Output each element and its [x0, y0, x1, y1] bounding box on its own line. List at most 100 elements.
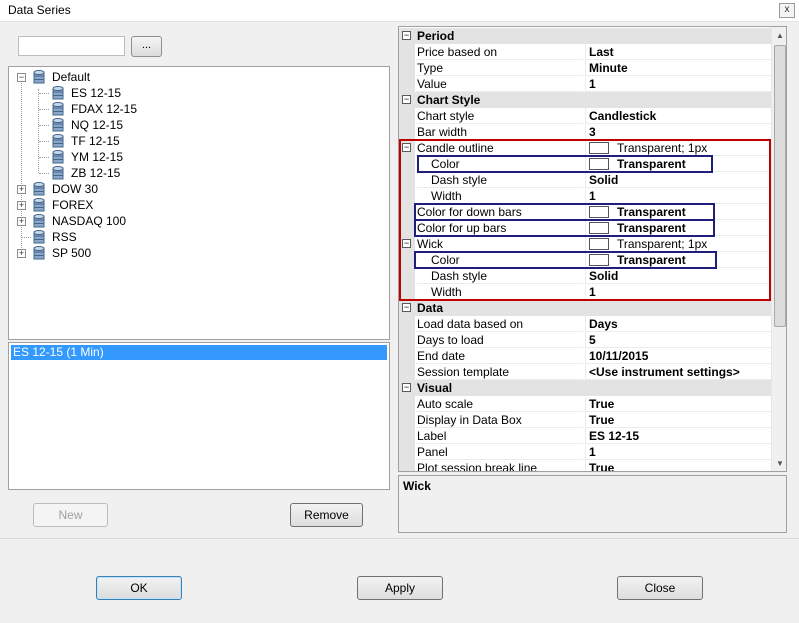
- scroll-down-arrow-icon[interactable]: ▼: [776, 459, 784, 468]
- database-icon: [52, 102, 64, 116]
- prop-value[interactable]: 3: [585, 124, 771, 140]
- tree-node-tf[interactable]: TF 12-15: [9, 133, 389, 149]
- prop-name: Price based on: [416, 44, 583, 60]
- prop-value[interactable]: Last: [585, 44, 771, 60]
- prop-row[interactable]: Auto scale True: [399, 396, 771, 412]
- prop-value[interactable]: Candlestick: [585, 108, 771, 124]
- instrument-search-input[interactable]: [18, 36, 125, 56]
- expand-icon[interactable]: +: [17, 217, 26, 226]
- tree-label: NASDAQ 100: [52, 214, 127, 228]
- category-data[interactable]: − Data: [399, 300, 771, 316]
- tree-node-sp500[interactable]: + SP 500: [9, 245, 389, 261]
- tree-node-forex[interactable]: + FOREX: [9, 197, 389, 213]
- tree-node-ym[interactable]: YM 12-15: [9, 149, 389, 165]
- prop-value[interactable]: ES 12-15: [585, 428, 771, 444]
- prop-row[interactable]: Load data based on Days: [399, 316, 771, 332]
- prop-row[interactable]: Price based on Last: [399, 44, 771, 60]
- property-description: Wick: [398, 475, 787, 533]
- database-icon: [52, 118, 64, 132]
- prop-row[interactable]: Session template <Use instrument setting…: [399, 364, 771, 380]
- scroll-thumb[interactable]: [774, 45, 786, 327]
- data-series-list[interactable]: ES 12-15 (1 Min): [8, 342, 390, 490]
- prop-name: Days to load: [416, 332, 583, 348]
- prop-name: Display in Data Box: [416, 412, 583, 428]
- highlight-frame-blue: [414, 251, 717, 269]
- prop-row[interactable]: Value 1: [399, 76, 771, 92]
- tree-label: DOW 30: [52, 182, 99, 196]
- series-item-selected[interactable]: ES 12-15 (1 Min): [11, 345, 387, 360]
- tree-node-nq[interactable]: NQ 12-15: [9, 117, 389, 133]
- browse-button[interactable]: ...: [131, 36, 162, 57]
- prop-row[interactable]: Panel 1: [399, 444, 771, 460]
- prop-name: Bar width: [416, 124, 583, 140]
- collapse-icon[interactable]: −: [402, 383, 411, 392]
- collapse-icon[interactable]: −: [402, 31, 411, 40]
- collapse-icon[interactable]: −: [402, 303, 411, 312]
- prop-name: Chart style: [416, 108, 583, 124]
- prop-name: Label: [416, 428, 583, 444]
- collapse-icon[interactable]: −: [17, 73, 26, 82]
- remove-button[interactable]: Remove: [290, 503, 363, 527]
- prop-row[interactable]: Chart style Candlestick: [399, 108, 771, 124]
- database-icon: [33, 214, 45, 228]
- tree-node-dow30[interactable]: + DOW 30: [9, 181, 389, 197]
- property-grid-scrollbar[interactable]: ▲ ▼: [771, 27, 786, 471]
- tree-node-fdax[interactable]: FDAX 12-15: [9, 101, 389, 117]
- prop-row[interactable]: Days to load 5: [399, 332, 771, 348]
- prop-name: Value: [416, 76, 583, 92]
- tree-node-nasdaq100[interactable]: + NASDAQ 100: [9, 213, 389, 229]
- tree-node-zb[interactable]: ZB 12-15: [9, 165, 389, 181]
- title-bar: Data Series x: [0, 0, 799, 22]
- expand-icon[interactable]: +: [17, 249, 26, 258]
- property-grid[interactable]: − Period Price based on Last Type Minute…: [398, 26, 787, 472]
- prop-value[interactable]: 5: [585, 332, 771, 348]
- tree-node-default[interactable]: − Default: [9, 69, 389, 85]
- category-chart-style[interactable]: − Chart Style: [399, 92, 771, 108]
- prop-value[interactable]: 1: [585, 444, 771, 460]
- database-icon: [52, 86, 64, 100]
- apply-button[interactable]: Apply: [357, 576, 443, 600]
- new-button[interactable]: New: [33, 503, 108, 527]
- prop-row[interactable]: End date 10/11/2015: [399, 348, 771, 364]
- prop-row[interactable]: Label ES 12-15: [399, 428, 771, 444]
- prop-value[interactable]: Days: [585, 316, 771, 332]
- scroll-up-arrow-icon[interactable]: ▲: [776, 31, 784, 40]
- close-window-button[interactable]: x: [779, 3, 795, 18]
- tree-node-es[interactable]: ES 12-15: [9, 85, 389, 101]
- expand-icon[interactable]: +: [17, 185, 26, 194]
- prop-row[interactable]: Display in Data Box True: [399, 412, 771, 428]
- collapse-icon[interactable]: −: [402, 95, 411, 104]
- tree-node-rss[interactable]: RSS: [9, 229, 389, 245]
- prop-value[interactable]: <Use instrument settings>: [585, 364, 771, 380]
- description-title: Wick: [403, 479, 431, 493]
- prop-row[interactable]: Bar width 3: [399, 124, 771, 140]
- prop-value[interactable]: 1: [585, 76, 771, 92]
- instrument-tree[interactable]: − Default ES 12-15 FDAX 12-15 NQ 12-15 T…: [8, 66, 390, 340]
- prop-value[interactable]: True: [585, 412, 771, 428]
- prop-row[interactable]: Plot session break line True: [399, 460, 771, 471]
- prop-value[interactable]: True: [585, 396, 771, 412]
- tree-label: FOREX: [52, 198, 94, 212]
- prop-value[interactable]: 10/11/2015: [585, 348, 771, 364]
- tree-label: ES 12-15: [71, 86, 122, 100]
- tree-label: NQ 12-15: [71, 118, 124, 132]
- ok-button[interactable]: OK: [96, 576, 182, 600]
- tree-label: FDAX 12-15: [71, 102, 138, 116]
- category-title: Data: [417, 301, 444, 315]
- tree-label: TF 12-15: [71, 134, 120, 148]
- expand-icon[interactable]: +: [17, 201, 26, 210]
- prop-value[interactable]: Minute: [585, 60, 771, 76]
- database-icon: [33, 70, 45, 84]
- prop-name: Session template: [416, 364, 583, 380]
- prop-name: Panel: [416, 444, 583, 460]
- category-visual[interactable]: − Visual: [399, 380, 771, 396]
- tree-label-default: Default: [52, 70, 91, 84]
- tree-label: SP 500: [52, 246, 92, 260]
- category-title: Visual: [417, 381, 453, 395]
- database-icon: [52, 134, 64, 148]
- prop-value[interactable]: True: [585, 460, 771, 471]
- database-icon: [33, 198, 45, 212]
- category-period[interactable]: − Period: [399, 28, 771, 44]
- close-button[interactable]: Close: [617, 576, 703, 600]
- prop-row[interactable]: Type Minute: [399, 60, 771, 76]
